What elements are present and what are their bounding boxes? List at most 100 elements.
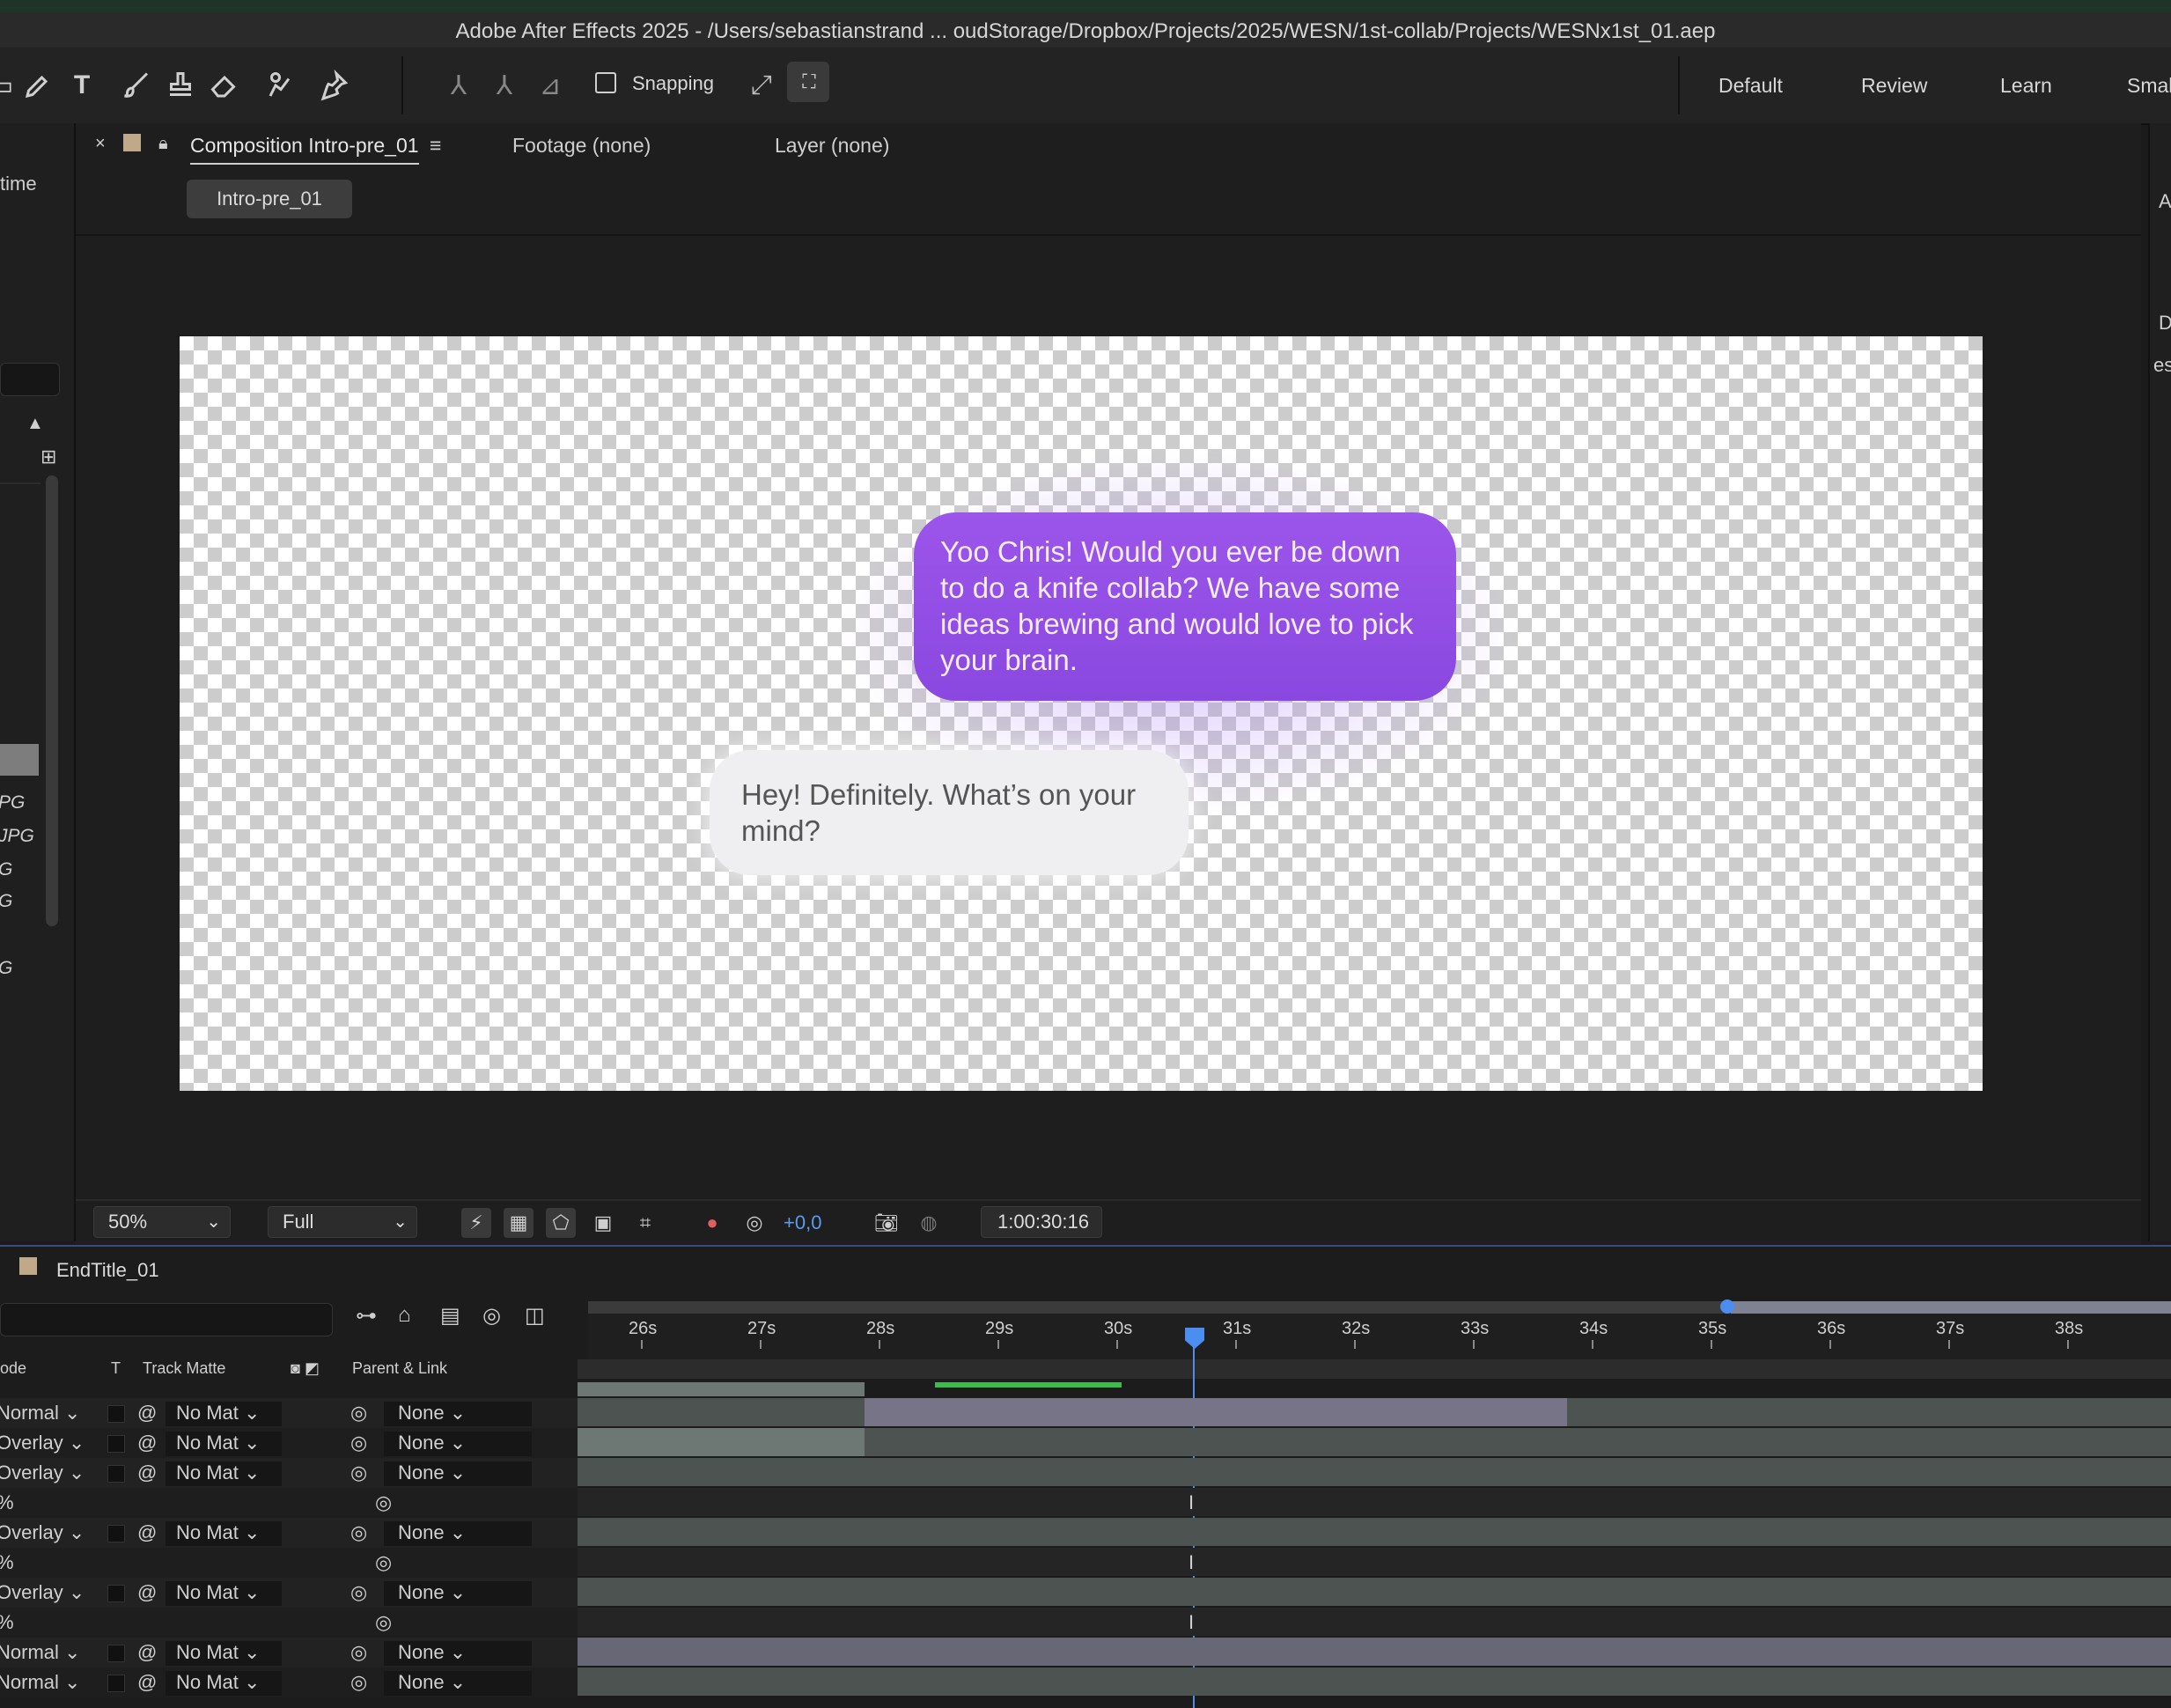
tab-composition[interactable]: Composition Intro-pre_01 [190, 134, 419, 165]
preserve-transparency-checkbox[interactable] [107, 1585, 125, 1602]
blend-mode-dropdown[interactable]: Overlay ⌄ [0, 1461, 85, 1486]
workspace-small-screen[interactable]: Smal [2127, 74, 2171, 98]
frame-blending-icon[interactable]: ◎ [482, 1303, 501, 1329]
composition-mini-flowchart-icon[interactable]: ⊶ [356, 1303, 377, 1329]
project-item[interactable]: PG [0, 792, 25, 814]
project-item[interactable]: JPG [0, 826, 34, 847]
lock-icon[interactable]: 🔒︎ [158, 134, 168, 154]
layer-duration-bar[interactable] [578, 1382, 865, 1396]
panel-menu-icon[interactable]: ≡ [430, 134, 441, 158]
parent-pickwhip-icon[interactable]: ◎ [350, 1671, 367, 1696]
layer-search-field[interactable] [0, 1303, 333, 1336]
motion-blur-icon[interactable]: ◫ [525, 1303, 545, 1329]
preserve-transparency-checkbox[interactable] [107, 1645, 125, 1662]
layer-track[interactable] [578, 1608, 2171, 1636]
parent-pickwhip-icon[interactable]: ◎ [350, 1641, 367, 1666]
parent-pickwhip-icon[interactable]: ◎ [350, 1402, 367, 1426]
sort-up-icon[interactable]: ▲ [26, 414, 44, 434]
view-axis-icon[interactable]: ⊿ [530, 65, 570, 106]
preserve-transparency-checkbox[interactable] [107, 1525, 125, 1542]
tab-footage[interactable]: Footage (none) [512, 134, 651, 158]
parent-pickwhip-icon[interactable]: ◎ [350, 1581, 367, 1606]
parent-pickwhip-icon[interactable]: ◎ [350, 1521, 367, 1546]
matte-link-icon[interactable]: @ [137, 1432, 157, 1456]
blend-mode-dropdown[interactable]: Overlay ⌄ [0, 1581, 85, 1606]
keyframe-marker-icon[interactable]: I [1189, 1491, 1194, 1514]
layer-track[interactable] [578, 1488, 2171, 1516]
keyframe-marker-icon[interactable]: I [1189, 1611, 1194, 1634]
expression-pickwhip-icon[interactable]: ◎ [375, 1491, 392, 1516]
layer-property-row[interactable]: %◎ [0, 1608, 578, 1638]
matte-link-icon[interactable]: @ [137, 1461, 157, 1486]
project-item[interactable]: G [0, 891, 12, 912]
track-matte-dropdown[interactable]: No Mat ⌄ [166, 1402, 282, 1426]
hide-shy-layers-icon[interactable]: ▤ [440, 1303, 460, 1329]
tab-layer[interactable]: Layer (none) [775, 134, 889, 158]
layer-row[interactable]: Overlay ⌄ @ No Mat ⌄ ◎ None ⌄ [0, 1458, 578, 1488]
layer-row[interactable]: Normal ⌄ @ No Mat ⌄ ◎ None ⌄ [0, 1398, 578, 1428]
track-matte-dropdown[interactable]: No Mat ⌄ [166, 1432, 282, 1456]
layer-duration-bar[interactable] [865, 1398, 1567, 1426]
received-message-bubble[interactable]: Hey! Definitely. What’s on your mind? [710, 750, 1189, 875]
matte-link-icon[interactable]: @ [137, 1521, 157, 1546]
brush-tool-icon[interactable] [116, 65, 157, 106]
reset-exposure-icon[interactable]: ◎ [740, 1208, 769, 1238]
magnification-dropdown[interactable]: 50% ⌄ [93, 1206, 231, 1238]
layer-row[interactable]: Overlay ⌄ @ No Mat ⌄ ◎ None ⌄ [0, 1578, 578, 1608]
layer-row[interactable]: Normal ⌄ @ No Mat ⌄ ◎ None ⌄ [0, 1638, 578, 1668]
layer-track[interactable] [578, 1548, 2171, 1576]
parent-dropdown[interactable]: None ⌄ [384, 1432, 532, 1456]
parent-dropdown[interactable]: None ⌄ [384, 1581, 532, 1606]
snapshot-camera-icon[interactable]: 📷︎ [872, 1208, 902, 1238]
keyframe-marker-icon[interactable]: I [1189, 1551, 1194, 1574]
time-ruler[interactable] [588, 1314, 2171, 1360]
grid-guides-icon[interactable]: ⌗ [630, 1208, 660, 1238]
project-item[interactable]: G [0, 958, 12, 979]
channel-rgb-icon[interactable]: ● [697, 1208, 727, 1238]
layer-track[interactable] [578, 1578, 2171, 1606]
project-selected-item[interactable] [0, 744, 39, 776]
clone-stamp-tool-icon[interactable] [160, 65, 201, 106]
roto-brush-tool-icon[interactable] [261, 65, 301, 106]
property-value[interactable]: % [0, 1551, 14, 1576]
parent-pickwhip-icon[interactable]: ◎ [350, 1432, 367, 1456]
project-search-field[interactable] [0, 363, 60, 396]
blend-mode-dropdown[interactable]: Normal ⌄ [0, 1671, 80, 1696]
mask-visibility-icon[interactable]: ⬠ [546, 1208, 576, 1238]
resolution-dropdown[interactable]: Full ⌄ [268, 1206, 417, 1238]
exposure-value[interactable]: +0,0 [784, 1211, 821, 1234]
local-axis-icon[interactable]: ⅄ [438, 65, 479, 106]
track-matte-dropdown[interactable]: No Mat ⌄ [166, 1461, 282, 1486]
layer-row[interactable]: Overlay ⌄ @ No Mat ⌄ ◎ None ⌄ [0, 1518, 578, 1548]
sent-message-bubble[interactable]: Yoo Chris! Would you ever be down to do … [914, 512, 1456, 701]
expression-pickwhip-icon[interactable]: ◎ [375, 1611, 392, 1636]
preserve-transparency-checkbox[interactable] [107, 1435, 125, 1453]
timeline-comp-tab[interactable]: EndTitle_01 [56, 1259, 159, 1282]
flowchart-icon[interactable]: ⊞ [40, 445, 56, 468]
snapping-checkbox[interactable] [595, 72, 616, 93]
track-matte-dropdown[interactable]: No Mat ⌄ [166, 1581, 282, 1606]
parent-pickwhip-icon[interactable]: ◎ [350, 1461, 367, 1486]
track-matte-dropdown[interactable]: No Mat ⌄ [166, 1671, 282, 1696]
track-matte-dropdown[interactable]: No Mat ⌄ [166, 1521, 282, 1546]
layer-duration-bar[interactable] [578, 1428, 865, 1456]
world-axis-icon[interactable]: ⅄ [484, 65, 525, 106]
layer-duration-bar[interactable] [578, 1668, 2171, 1696]
type-tool-icon[interactable]: T [62, 65, 102, 106]
blend-mode-dropdown[interactable]: Overlay ⌄ [0, 1521, 85, 1546]
comp-navigator-pill[interactable]: Intro-pre_01 [187, 180, 352, 218]
workspace-learn[interactable]: Learn [2000, 74, 2052, 98]
layer-row[interactable]: Normal ⌄ @ No Mat ⌄ ◎ None ⌄ [0, 1668, 578, 1697]
blend-mode-dropdown[interactable]: Normal ⌄ [0, 1402, 80, 1426]
workspace-review[interactable]: Review [1861, 74, 1927, 98]
snap-edges-icon[interactable]: ⤢ [741, 65, 782, 106]
workspace-default[interactable]: Default [1718, 74, 1783, 98]
matte-link-icon[interactable]: @ [137, 1641, 157, 1666]
preserve-transparency-checkbox[interactable] [107, 1405, 125, 1423]
layer-duration-bar[interactable] [578, 1638, 2171, 1666]
track-matte-dropdown[interactable]: No Mat ⌄ [166, 1641, 282, 1666]
layer-row[interactable]: Overlay ⌄ @ No Mat ⌄ ◎ None ⌄ [0, 1428, 578, 1458]
parent-dropdown[interactable]: None ⌄ [384, 1402, 532, 1426]
project-scrollbar[interactable] [46, 475, 58, 926]
pen-tool-icon[interactable] [18, 65, 58, 106]
